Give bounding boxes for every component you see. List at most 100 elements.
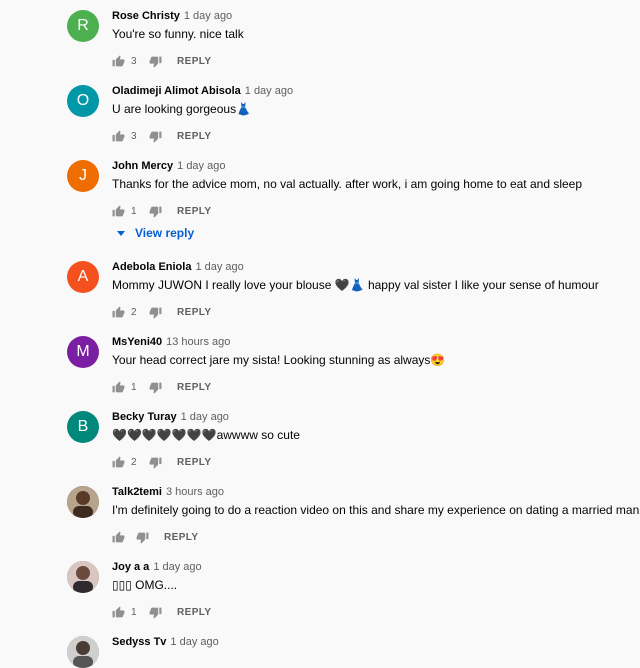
thumbs-up-icon xyxy=(112,606,125,617)
avatar[interactable]: M xyxy=(67,336,99,368)
comment-text: U are looking gorgeous👗 xyxy=(112,102,252,116)
avatar[interactable]: A xyxy=(67,261,99,293)
timestamp[interactable]: 3 hours ago xyxy=(166,486,224,498)
like-button[interactable] xyxy=(112,530,126,544)
timestamp[interactable]: 1 day ago xyxy=(177,160,225,172)
dislike-button[interactable] xyxy=(149,455,163,469)
timestamp[interactable]: 1 day ago xyxy=(181,411,229,423)
timestamp[interactable]: 1 day ago xyxy=(184,10,232,22)
comment-header: MsYeni40 13 hours ago xyxy=(112,336,230,348)
reply-button[interactable]: REPLY xyxy=(177,56,211,67)
reply-button[interactable]: REPLY xyxy=(164,532,198,543)
author-name[interactable]: Joy a a xyxy=(112,561,149,573)
dislike-button[interactable] xyxy=(149,380,163,394)
thumbs-down-icon xyxy=(149,131,162,142)
dislike-button[interactable] xyxy=(149,605,163,619)
avatar-initial: B xyxy=(77,418,89,435)
comment-text: Your head correct jare my sista! Looking… xyxy=(112,353,446,367)
comment-actions: 2 REPLY xyxy=(112,455,211,469)
thumbs-down-icon xyxy=(149,457,162,468)
avatar-initial: J xyxy=(79,167,87,184)
reply-button[interactable]: REPLY xyxy=(177,206,211,217)
dislike-button[interactable] xyxy=(149,305,163,319)
reply-button[interactable]: REPLY xyxy=(177,457,211,468)
thumbs-up-icon xyxy=(112,205,125,216)
author-name[interactable]: Rose Christy xyxy=(112,10,180,22)
avatar[interactable] xyxy=(67,636,99,668)
comment-text: I'm definitely going to do a reaction vi… xyxy=(112,503,640,517)
comment-text: ▯▯▯ OMG.... xyxy=(112,578,178,592)
author-name[interactable]: Sedyss Tv xyxy=(112,636,166,648)
avatar[interactable]: J xyxy=(67,160,99,192)
comment-actions: 1 REPLY xyxy=(112,605,211,619)
timestamp[interactable]: 1 day ago xyxy=(153,561,201,573)
thumbs-up-icon xyxy=(112,55,125,66)
reply-button[interactable]: REPLY xyxy=(177,607,211,618)
profile-photo-icon xyxy=(67,636,99,668)
comment-actions: 1 REPLY xyxy=(112,380,211,394)
like-button[interactable] xyxy=(112,605,126,619)
avatar-initial: M xyxy=(76,343,90,360)
thumbs-down-icon xyxy=(149,607,162,618)
author-name[interactable]: John Mercy xyxy=(112,160,173,172)
avatar[interactable]: B xyxy=(67,411,99,443)
avatar[interactable]: O xyxy=(67,85,99,117)
comment-text: Mommy JUWON I really love your blouse 🖤👗… xyxy=(112,278,599,292)
author-name[interactable]: Oladimeji Alimot Abisola xyxy=(112,85,241,97)
timestamp[interactable]: 13 hours ago xyxy=(166,336,230,348)
like-button[interactable] xyxy=(112,54,126,68)
comment-actions: 2 REPLY xyxy=(112,305,211,319)
comment-header: Becky Turay 1 day ago xyxy=(112,411,229,423)
comment-actions: 3 REPLY xyxy=(112,54,211,68)
thumbs-up-icon xyxy=(112,381,125,392)
dislike-button[interactable] xyxy=(149,204,163,218)
reply-button[interactable]: REPLY xyxy=(177,307,211,318)
like-count: 3 xyxy=(131,130,137,142)
author-name[interactable]: Adebola Eniola xyxy=(112,261,191,273)
dislike-button[interactable] xyxy=(149,129,163,143)
avatar[interactable] xyxy=(67,486,99,518)
thumbs-up-icon xyxy=(112,531,125,542)
view-reply-button[interactable]: View reply xyxy=(112,226,194,240)
avatar-initial: O xyxy=(76,92,90,109)
comment-header: Oladimeji Alimot Abisola 1 day ago xyxy=(112,85,293,97)
comment-header: Joy a a 1 day ago xyxy=(112,561,202,573)
profile-photo-icon xyxy=(67,561,99,593)
like-count: 1 xyxy=(131,606,137,618)
like-button[interactable] xyxy=(112,129,126,143)
reply-button[interactable]: REPLY xyxy=(177,131,211,142)
timestamp[interactable]: 1 day ago xyxy=(245,85,293,97)
avatar[interactable]: R xyxy=(67,10,99,42)
avatar[interactable] xyxy=(67,561,99,593)
author-name[interactable]: Becky Turay xyxy=(112,411,177,423)
thumbs-down-icon xyxy=(149,206,162,217)
comment-header: Talk2temi 3 hours ago xyxy=(112,486,224,498)
reply-button[interactable]: REPLY xyxy=(177,382,211,393)
like-button[interactable] xyxy=(112,455,126,469)
comment-text: Thanks for the advice mom, no val actual… xyxy=(112,177,583,191)
dislike-button[interactable] xyxy=(149,54,163,68)
timestamp[interactable]: 1 day ago xyxy=(195,261,243,273)
comment-actions: 3 REPLY xyxy=(112,129,211,143)
comment-header: Sedyss Tv 1 day ago xyxy=(112,636,219,648)
like-button[interactable] xyxy=(112,204,126,218)
like-count: 1 xyxy=(131,205,137,217)
timestamp[interactable]: 1 day ago xyxy=(170,636,218,648)
thumbs-down-icon xyxy=(149,56,162,67)
comment-text: You're so funny. nice talk xyxy=(112,27,244,41)
comment-text: 🖤🖤🖤🖤🖤🖤🖤awwww so cute xyxy=(112,428,300,442)
profile-photo-icon xyxy=(67,486,99,518)
dislike-button[interactable] xyxy=(136,530,150,544)
chevron-down-icon xyxy=(117,230,125,236)
like-count: 2 xyxy=(131,306,137,318)
like-button[interactable] xyxy=(112,305,126,319)
view-reply-label: View reply xyxy=(135,226,195,240)
like-button[interactable] xyxy=(112,380,126,394)
comment-actions: REPLY xyxy=(112,530,198,544)
thumbs-up-icon xyxy=(112,306,125,317)
like-count: 3 xyxy=(131,55,137,67)
thumbs-down-icon xyxy=(136,532,149,543)
thumbs-down-icon xyxy=(149,382,162,393)
author-name[interactable]: MsYeni40 xyxy=(112,336,162,348)
author-name[interactable]: Talk2temi xyxy=(112,486,162,498)
